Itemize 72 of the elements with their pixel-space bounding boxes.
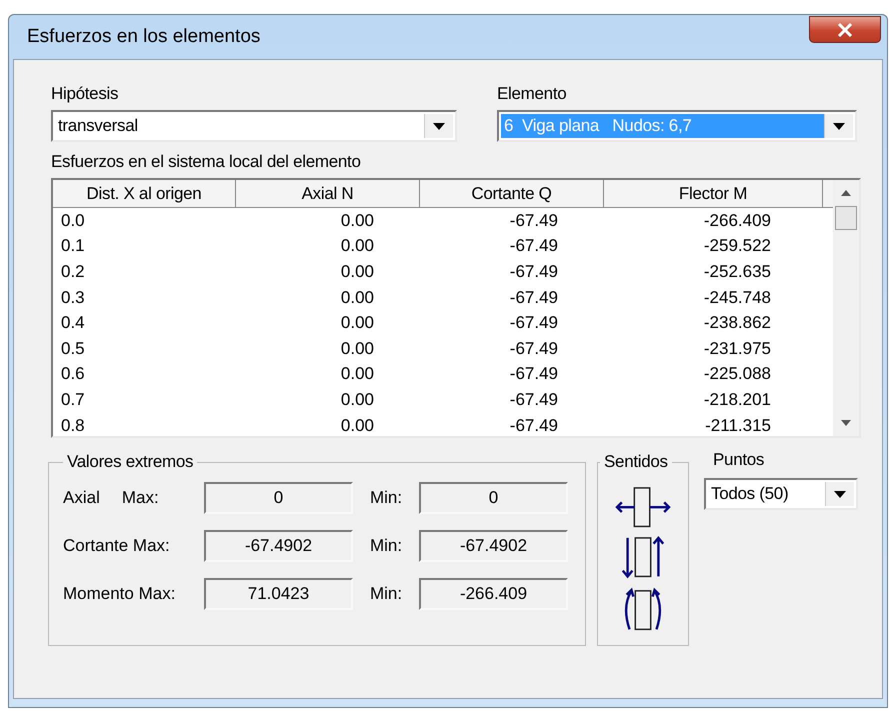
table-cell-text: 0.00 [340, 390, 375, 410]
table-cell-text: -67.49 [508, 338, 559, 359]
vertical-scrollbar[interactable] [833, 180, 859, 436]
table-cell-text: 0.00 [340, 210, 375, 231]
table-cell-text: 0.4 [60, 313, 86, 334]
table-caption: Esfuerzos en el sistema local del elemento [51, 152, 362, 172]
value-field[interactable]: 0 [204, 482, 353, 514]
table-cell-text: -231.975 [702, 338, 772, 359]
row-label: Min: [368, 536, 404, 556]
table-cell-text: -245.748 [702, 288, 772, 308]
field-label: Puntos [713, 450, 766, 470]
field-label: Hipótesis [51, 84, 120, 104]
table-cell-text: 0.00 [340, 338, 375, 359]
table-cell-text: 0.8 [60, 416, 86, 436]
table-cell-text: -67.49 [508, 313, 559, 334]
table-cell-text: 0.5 [60, 338, 86, 359]
axial-direction-icon [613, 486, 673, 528]
row-label: Min: [368, 584, 404, 604]
column-header[interactable]: Axial N [236, 180, 420, 208]
table-cell-text: 0.3 [60, 288, 86, 308]
table-cell-text: 0.00 [340, 416, 375, 436]
table-cell-text: -266.409 [702, 210, 772, 231]
points-dropdown[interactable]: Todos (50) [704, 478, 858, 510]
column-header[interactable]: Flector M [604, 180, 823, 208]
scroll-down-icon [841, 420, 851, 426]
dropdown-caret-icon [833, 122, 845, 130]
table-cell-text: 0.00 [340, 364, 375, 384]
table-cell-text: -211.315 [704, 416, 772, 436]
close-button[interactable] [809, 16, 881, 43]
table-cell-text: 0.00 [340, 262, 375, 282]
value-field[interactable]: 0 [419, 482, 568, 514]
row-label: Axial [63, 488, 100, 508]
table-cell-text: 0.00 [340, 313, 375, 334]
column-header[interactable]: Cortante Q [420, 180, 604, 208]
table-cell-text: -67.49 [508, 364, 559, 384]
table-cell-text: -225.088 [702, 364, 772, 384]
value-field[interactable]: -67.4902 [204, 530, 353, 562]
table-cell-text: 0.1 [60, 236, 86, 256]
table-cell-text: -67.49 [508, 416, 559, 436]
row-label: Momento Max: [63, 584, 176, 604]
table-cell-text: -67.49 [508, 288, 559, 308]
table-cell-text: -259.522 [702, 236, 772, 256]
row-label: Min: [368, 488, 404, 508]
scrollbar-thumb[interactable] [835, 206, 857, 230]
group-title: Sentidos [603, 452, 669, 472]
table-cell-text: 0.2 [60, 262, 86, 282]
table-cell-text: 0.00 [340, 236, 375, 256]
row-label: Max: [122, 488, 159, 508]
dropdown-caret-icon [433, 122, 445, 130]
table-cell-text: -67.49 [508, 210, 559, 231]
field-label: Elemento [497, 84, 568, 104]
group-title: Valores extremos [66, 452, 194, 472]
scroll-up-icon [841, 190, 851, 196]
value-field[interactable]: 71.0423 [204, 578, 353, 610]
table-cell-text: 0.00 [340, 288, 375, 308]
table-cell-text: -67.49 [508, 262, 559, 282]
close-icon [837, 22, 853, 36]
table-cell-text: 0.6 [60, 364, 86, 384]
value-field[interactable]: -67.4902 [419, 530, 568, 562]
window-title: Esfuerzos en los elementos [27, 26, 260, 48]
table-cell-text: -252.635 [702, 262, 772, 282]
dropdown-caret-icon [834, 490, 846, 498]
table-cell-text: -67.49 [508, 390, 559, 410]
hypothesis-dropdown[interactable]: transversal [51, 110, 457, 142]
table-cell-text: 0.7 [60, 390, 86, 410]
table-cell-text: 0.0 [60, 210, 86, 231]
table-cell-text: -67.49 [508, 236, 559, 256]
table-cell-text: -218.201 [702, 390, 772, 410]
value-field[interactable]: -266.409 [419, 578, 568, 610]
table-cell-text: -238.862 [702, 313, 772, 334]
row-label: Cortante Max: [63, 536, 170, 556]
column-header[interactable]: Dist. X al origen [53, 180, 236, 208]
